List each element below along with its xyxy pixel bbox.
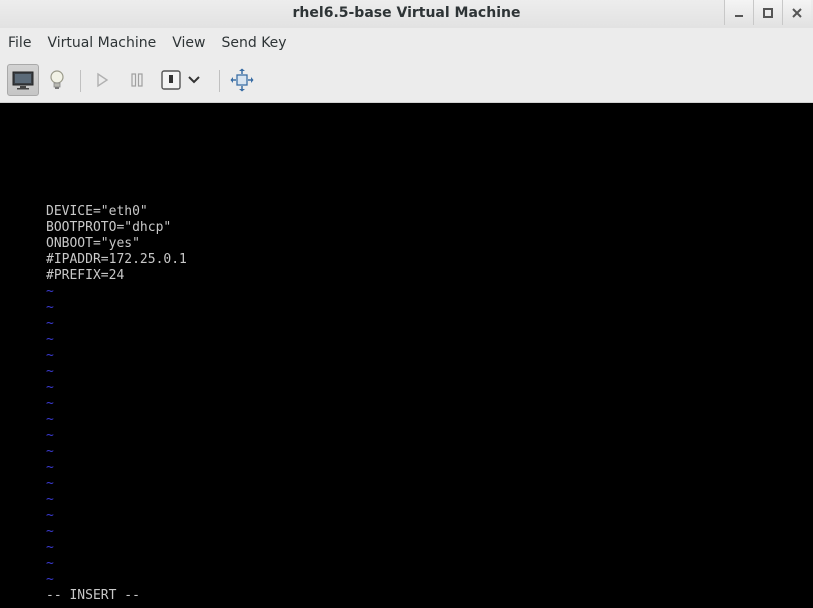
details-button[interactable] xyxy=(41,64,73,96)
console-button[interactable] xyxy=(7,64,39,96)
close-button[interactable] xyxy=(782,0,811,25)
shutdown-icon xyxy=(161,70,181,90)
close-icon xyxy=(792,7,802,18)
empty-line-tilde: ~ xyxy=(46,444,54,459)
empty-line-tilde: ~ xyxy=(46,300,54,315)
toolbar-separator xyxy=(80,70,81,92)
empty-line-tilde: ~ xyxy=(46,540,54,555)
menu-virtual-machine[interactable]: Virtual Machine xyxy=(39,28,164,58)
toolbar xyxy=(0,58,813,103)
run-icon xyxy=(97,72,109,88)
empty-line-tilde: ~ xyxy=(46,396,54,411)
editor-line-ipaddr: #IPADDR=172.25.0.1 xyxy=(46,252,187,267)
dropdown-chevron-icon xyxy=(188,76,200,84)
details-lightbulb-icon xyxy=(50,70,64,89)
empty-line-tilde: ~ xyxy=(46,556,54,571)
minimize-button[interactable] xyxy=(724,0,753,25)
menu-bar: File Virtual Machine View Send Key xyxy=(0,28,813,58)
vm-console[interactable]: DEVICE="eth0" BOOTPROTO="dhcp" ONBOOT="y… xyxy=(0,103,813,608)
editor-line-prefix: #PREFIX=24 xyxy=(46,268,125,283)
empty-line-tilde: ~ xyxy=(46,572,54,587)
editor-line-device: DEVICE="eth0" xyxy=(46,204,148,219)
empty-line-tilde: ~ xyxy=(46,348,54,363)
empty-line-tilde: ~ xyxy=(46,476,54,491)
empty-line-tilde: ~ xyxy=(46,380,54,395)
maximize-button[interactable] xyxy=(753,0,782,25)
toolbar-separator xyxy=(219,70,220,92)
run-button[interactable] xyxy=(86,64,118,96)
menu-file[interactable]: File xyxy=(0,28,39,58)
empty-line-tilde: ~ xyxy=(46,492,54,507)
editor-mode-indicator: -- INSERT -- xyxy=(46,588,140,603)
window-title: rhel6.5-base Virtual Machine xyxy=(292,5,521,21)
pause-icon xyxy=(131,73,143,87)
menu-view[interactable]: View xyxy=(164,28,213,58)
empty-line-tilde: ~ xyxy=(46,364,54,379)
console-icon xyxy=(12,71,34,90)
empty-line-tilde: ~ xyxy=(46,284,54,299)
fullscreen-icon xyxy=(230,68,254,92)
title-bar: rhel6.5-base Virtual Machine xyxy=(0,0,813,28)
empty-line-tilde: ~ xyxy=(46,524,54,539)
menu-send-key[interactable]: Send Key xyxy=(213,28,294,58)
empty-line-tilde: ~ xyxy=(46,508,54,523)
empty-line-tilde: ~ xyxy=(46,428,54,443)
pause-button[interactable] xyxy=(121,64,153,96)
empty-line-tilde: ~ xyxy=(46,332,54,347)
maximize-icon xyxy=(763,7,773,18)
editor-line-onboot: ONBOOT="yes" xyxy=(46,236,140,251)
empty-line-tilde: ~ xyxy=(46,316,54,331)
fullscreen-button[interactable] xyxy=(226,64,258,96)
empty-line-tilde: ~ xyxy=(46,412,54,427)
minimize-icon xyxy=(735,14,743,17)
editor-line-bootproto: BOOTPROTO="dhcp" xyxy=(46,220,172,235)
shutdown-menu-button[interactable] xyxy=(184,64,204,96)
shutdown-button[interactable] xyxy=(155,64,187,96)
empty-line-tilde: ~ xyxy=(46,460,54,475)
window-controls xyxy=(724,0,811,25)
